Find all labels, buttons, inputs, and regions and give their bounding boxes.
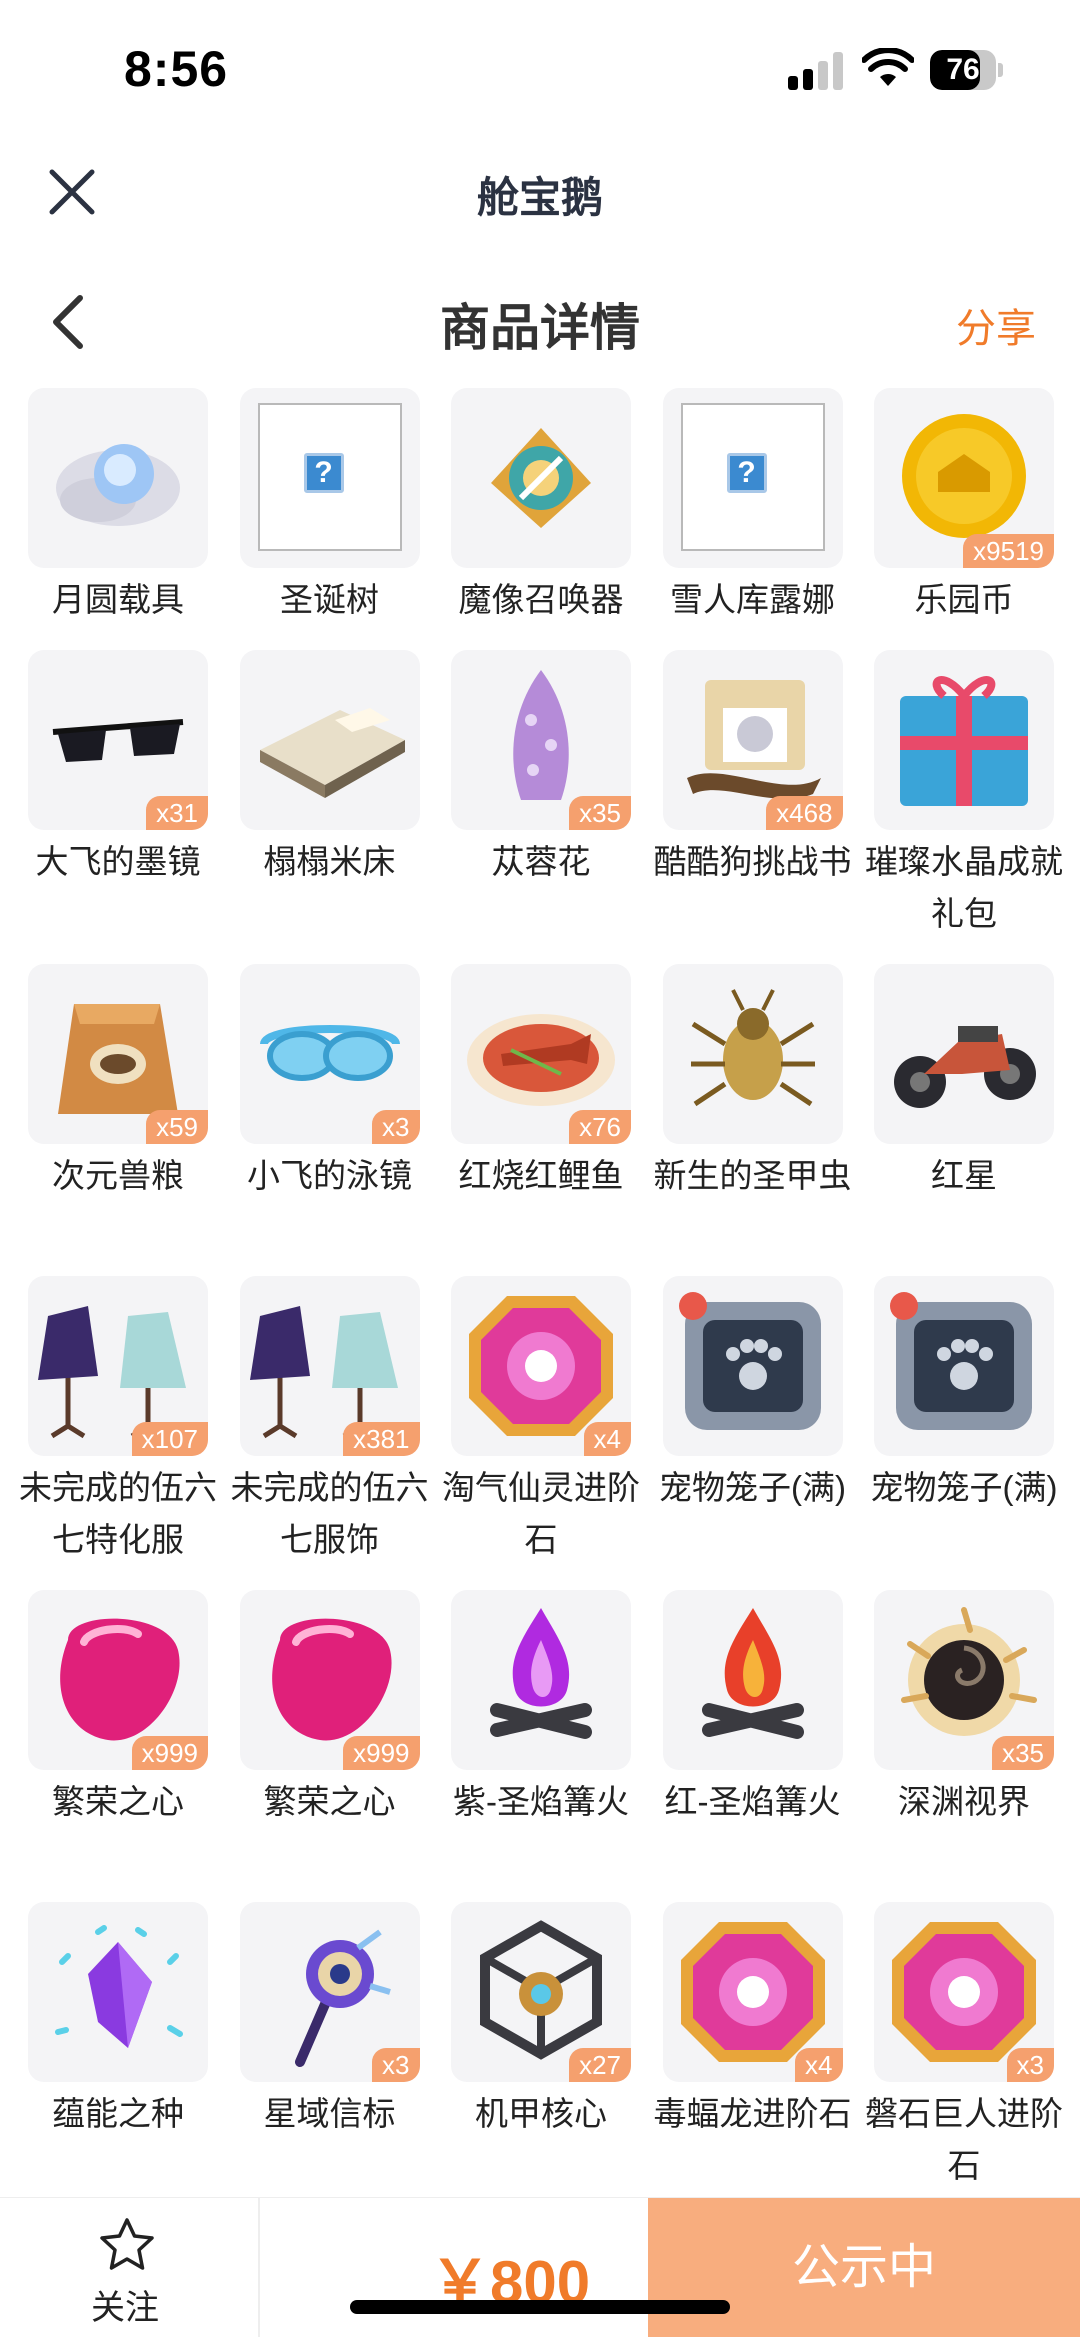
fish-dish-icon: x76 bbox=[451, 964, 631, 1144]
item-name: 月圆载具 bbox=[52, 581, 184, 618]
quantity-badge: x3 bbox=[372, 2048, 420, 2082]
item-name: 璀璨水晶成就礼包 bbox=[865, 843, 1063, 932]
item-name: 红烧红鲤鱼 bbox=[458, 1157, 624, 1194]
pet-cage-icon bbox=[662, 1276, 843, 1456]
gold-coin-icon: x9519 bbox=[874, 388, 1054, 568]
item-name: 繁荣之心 bbox=[263, 1783, 396, 1820]
motorcycle-icon bbox=[874, 964, 1054, 1144]
quantity-badge: x3 bbox=[1006, 2048, 1054, 2082]
abyss-vortex-icon: x35 bbox=[874, 1590, 1054, 1770]
quantity-badge: x59 bbox=[146, 1110, 208, 1144]
star-beacon-icon: x3 bbox=[239, 1902, 420, 2082]
publicity-status-button[interactable]: 公示中 bbox=[648, 2198, 1080, 2337]
item-name: 紫-圣焰篝火 bbox=[453, 1783, 629, 1820]
mini-program-title: 舱宝鹅 bbox=[476, 174, 603, 221]
item-name: 未完成的伍六七特化服 bbox=[19, 1469, 217, 1558]
item-name: 酷酷狗挑战书 bbox=[653, 843, 852, 880]
quantity-badge: x4 bbox=[795, 2048, 843, 2082]
quantity-badge: x35 bbox=[569, 796, 631, 830]
item-name: 苁蓉花 bbox=[491, 843, 591, 880]
quantity-badge: x9519 bbox=[963, 534, 1054, 568]
page-title: 商品详情 bbox=[440, 300, 640, 356]
item-name: 淘气仙灵进阶石 bbox=[442, 1469, 640, 1558]
quantity-badge: x76 bbox=[569, 1110, 631, 1144]
quantity-badge: x468 bbox=[766, 796, 843, 830]
item-name: 繁荣之心 bbox=[52, 1783, 184, 1820]
item-name: 红星 bbox=[931, 1157, 997, 1194]
item-name: 深渊视界 bbox=[898, 1783, 1030, 1820]
crystal-seed-icon bbox=[28, 1902, 208, 2082]
item-name: 新生的圣甲虫 bbox=[653, 1157, 852, 1194]
battery-icon: 76 bbox=[930, 50, 1004, 90]
quantity-badge: x31 bbox=[146, 796, 208, 830]
outfit-icon: x381 bbox=[239, 1276, 420, 1456]
quantity-badge: x999 bbox=[343, 1736, 420, 1770]
pet-cage-icon bbox=[874, 1276, 1054, 1456]
image-placeholder-icon: ? bbox=[239, 388, 420, 568]
status-bar: 8:56 76 bbox=[0, 0, 1080, 140]
mini-program-header: 舱宝鹅 bbox=[0, 140, 1080, 240]
gift-box-icon bbox=[874, 650, 1054, 830]
item-name: 雪人库露娜 bbox=[670, 581, 835, 618]
item-name: 圣诞树 bbox=[280, 581, 379, 618]
gem-stone-icon: x4 bbox=[451, 1276, 631, 1456]
gem-stone-icon: x3 bbox=[874, 1902, 1054, 2082]
item-name: 毒蝠龙进阶石 bbox=[653, 2095, 852, 2132]
quantity-badge: x4 bbox=[583, 1422, 631, 1456]
bed-icon bbox=[239, 650, 420, 830]
wifi-icon bbox=[862, 48, 914, 86]
wanted-scroll-icon: x468 bbox=[662, 650, 843, 830]
quantity-badge: x999 bbox=[131, 1736, 208, 1770]
item-name: 未完成的伍六七服饰 bbox=[230, 1469, 429, 1558]
item-name: 魔像召唤器 bbox=[458, 581, 624, 618]
home-indicator bbox=[350, 2300, 730, 2314]
item-name: 蕴能之种 bbox=[52, 2095, 184, 2132]
goggles-icon: x3 bbox=[239, 964, 420, 1144]
item-name: 大飞的墨镜 bbox=[35, 843, 201, 880]
purple-bonfire-icon bbox=[451, 1590, 631, 1770]
mech-core-icon: x27 bbox=[451, 1902, 631, 2082]
share-button[interactable]: 分享 bbox=[956, 296, 1036, 354]
food-bag-icon: x59 bbox=[28, 964, 208, 1144]
golem-summoner-icon bbox=[451, 388, 631, 568]
pink-heart-gem-icon: x999 bbox=[28, 1590, 208, 1770]
follow-label: 关注 bbox=[91, 2289, 159, 2327]
outfit-icon: x107 bbox=[28, 1276, 208, 1456]
item-name: 榻榻米床 bbox=[263, 843, 396, 880]
bottom-action-bar: 关注 ￥800 公示中 bbox=[0, 2197, 1080, 2337]
signal-icon bbox=[788, 52, 844, 90]
item-grid: 月圆载具? 圣诞树 魔像召唤器? 雪人库露娜 x9519 乐园币 x31 大飞的墨镜 榻榻米床 x… bbox=[0, 388, 1080, 2195]
item-name: 星域信标 bbox=[263, 2095, 396, 2132]
page-header: 商品详情 分享 bbox=[0, 270, 1080, 370]
star-icon bbox=[100, 2218, 154, 2270]
divider bbox=[258, 2198, 260, 2337]
flower-icon: x35 bbox=[451, 650, 631, 830]
gem-stone-icon: x4 bbox=[662, 1902, 843, 2082]
quantity-badge: x107 bbox=[131, 1422, 208, 1456]
status-time: 8:56 bbox=[124, 41, 229, 97]
beetle-icon bbox=[662, 964, 843, 1144]
item-name: 乐园币 bbox=[914, 581, 1014, 618]
item-name: 机甲核心 bbox=[475, 2095, 607, 2132]
item-name: 宠物笼子(满) bbox=[659, 1469, 846, 1506]
quantity-badge: x35 bbox=[992, 1736, 1054, 1770]
battery-percent: 76 bbox=[946, 53, 980, 86]
follow-button[interactable]: 关注 bbox=[60, 2216, 190, 2327]
item-name: 磐石巨人进阶石 bbox=[865, 2095, 1063, 2184]
quantity-badge: x381 bbox=[343, 1422, 420, 1456]
item-name: 小飞的泳镜 bbox=[247, 1157, 412, 1194]
image-placeholder-icon: ? bbox=[662, 388, 843, 568]
item-name: 次元兽粮 bbox=[52, 1157, 184, 1194]
quantity-badge: x27 bbox=[569, 2048, 631, 2082]
item-name: 红-圣焰篝火 bbox=[664, 1783, 841, 1820]
red-bonfire-icon bbox=[662, 1590, 843, 1770]
moon-vehicle-icon bbox=[28, 388, 208, 568]
quantity-badge: x3 bbox=[372, 1110, 420, 1144]
pink-heart-gem-icon: x999 bbox=[239, 1590, 420, 1770]
item-name: 宠物笼子(满) bbox=[870, 1469, 1058, 1506]
sunglasses-icon: x31 bbox=[28, 650, 208, 830]
